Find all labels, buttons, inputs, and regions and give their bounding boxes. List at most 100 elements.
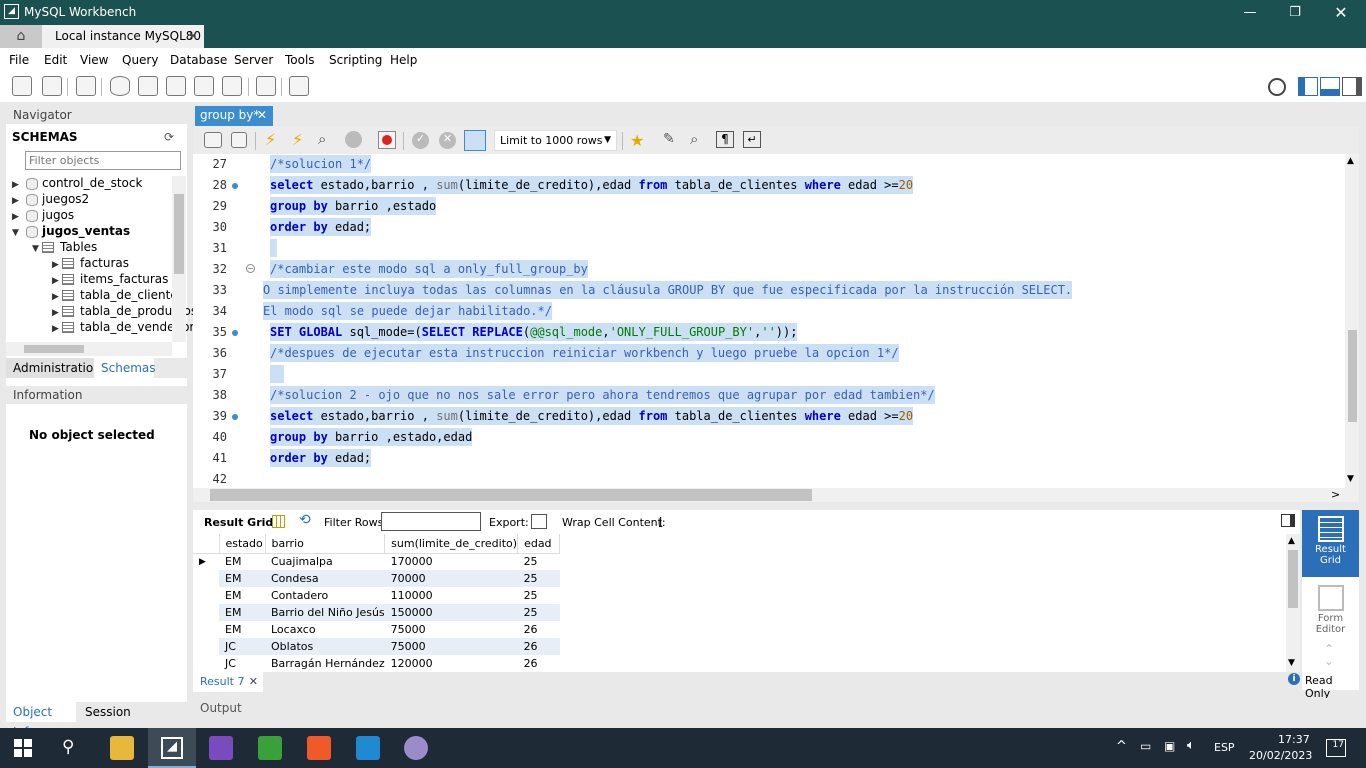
toggle-output-icon[interactable] <box>1320 77 1340 96</box>
table-row[interactable]: EM Contadero 110000 25 <box>193 587 560 604</box>
code-line[interactable] <box>270 365 285 383</box>
close-sql-tab-icon[interactable]: ✕ <box>257 106 267 125</box>
menu-file[interactable]: File <box>9 53 29 67</box>
export-icon[interactable] <box>531 514 547 529</box>
code-line[interactable]: select estado,barrio , sum(limite_de_cre… <box>270 407 914 425</box>
beautify-icon[interactable]: ✎ <box>663 131 675 147</box>
toggle-sidebar-icon[interactable] <box>1298 77 1318 96</box>
save-icon[interactable] <box>231 132 247 148</box>
table-item[interactable]: ▶ facturas <box>52 256 129 270</box>
column-header[interactable]: estado <box>219 534 266 554</box>
column-header[interactable]: edad <box>517 534 561 554</box>
column-header[interactable]: sum(limite_de_credito) <box>384 534 519 554</box>
scroll-down-icon[interactable]: ⌄ <box>1324 654 1334 668</box>
table-cell[interactable]: 25 <box>517 604 560 621</box>
paint-app-icon[interactable] <box>404 736 428 760</box>
filter-rows-input[interactable] <box>381 512 481 531</box>
code-line[interactable]: /*solucion 2 - ojo que no nos sale error… <box>270 386 935 404</box>
code-line[interactable]: group by barrio ,estado <box>270 197 437 215</box>
table-row[interactable]: EM Locaxco 75000 26 <box>193 621 560 638</box>
table-cell[interactable]: 150000 <box>384 604 518 621</box>
table-row[interactable]: ▶ EM Cuajimalpa 170000 25 <box>193 553 560 570</box>
brave-browser-icon[interactable] <box>307 736 331 760</box>
menu-view[interactable]: View <box>80 53 108 67</box>
invisible-chars-icon[interactable]: ¶ <box>716 131 734 148</box>
inspector-icon[interactable] <box>76 76 96 96</box>
windows-start-icon[interactable] <box>14 739 32 757</box>
output-label[interactable]: Output <box>200 701 242 715</box>
code-line[interactable]: O simplemente incluya todas las columnas… <box>263 281 1073 299</box>
table-cell[interactable]: 75000 <box>384 638 518 655</box>
search-table-data-icon[interactable] <box>256 76 276 96</box>
tables-folder[interactable]: ▼ Tables <box>32 240 97 254</box>
table-cell[interactable]: 25 <box>517 570 560 587</box>
grid-icon[interactable] <box>272 515 285 528</box>
tab-session[interactable]: Session <box>78 702 138 722</box>
result-tab[interactable]: Result 7 ✕ <box>193 672 263 692</box>
table-cell[interactable]: 26 <box>517 638 560 655</box>
editor-hscroll[interactable]: > <box>193 488 1359 502</box>
wrap-lines-icon[interactable]: ↵ <box>743 131 761 148</box>
sql-editor[interactable]: 27 /*solucion 1*/ 28 select estado,barrio ,… <box>193 154 1359 488</box>
table-cell[interactable]: Cuajimalpa <box>265 553 385 570</box>
stop-icon[interactable] <box>345 131 362 148</box>
table-cell[interactable]: Locaxco <box>265 621 385 638</box>
explain-icon[interactable]: ⌕ <box>318 130 326 148</box>
menu-database[interactable]: Database <box>170 53 227 67</box>
vscode-icon[interactable] <box>356 736 380 760</box>
gear-icon[interactable] <box>1268 78 1286 96</box>
menu-server[interactable]: Server <box>234 53 273 67</box>
schema-item-active[interactable]: ▼ jugos_ventas <box>12 224 130 238</box>
execute-icon[interactable]: ⚡ <box>265 130 276 149</box>
code-line[interactable]: group by barrio ,estado,edad <box>270 428 473 446</box>
table-cell[interactable]: 25 <box>518 553 560 570</box>
tree-vscroll[interactable] <box>172 176 186 342</box>
fold-icon[interactable]: − <box>246 264 255 273</box>
table-cell[interactable]: 170000 <box>385 553 518 570</box>
grid-vscroll[interactable]: ▲ ▼ <box>1286 534 1300 672</box>
sql-editor-tab[interactable]: group by* ✕ <box>195 106 273 126</box>
file-explorer-icon[interactable] <box>110 736 134 760</box>
tab-object-info[interactable]: Object Info <box>6 702 76 739</box>
table-cell[interactable]: JC <box>219 655 265 672</box>
tab-administration[interactable]: Administration <box>6 358 101 378</box>
autocommit-toggle-icon[interactable] <box>464 130 486 151</box>
toggle-panel-icon[interactable] <box>1281 514 1295 527</box>
table-cell[interactable]: JC <box>219 638 265 655</box>
editor-vscroll[interactable]: ▲ ▼ <box>1345 154 1359 488</box>
code-line[interactable]: /*despues de ejecutar esta instruccion r… <box>270 344 899 362</box>
code-line[interactable] <box>270 239 278 257</box>
new-sql-tab-icon[interactable] <box>12 76 32 96</box>
limit-rows-select[interactable]: Limit to 1000 rows ▼ <box>494 130 617 151</box>
table-cell[interactable]: EM <box>219 621 265 638</box>
open-file-icon[interactable] <box>204 132 222 148</box>
table-cell[interactable]: 26 <box>518 621 560 638</box>
app-icon[interactable] <box>258 736 282 760</box>
connection-tab[interactable]: Local instance MySQL80 ✕ <box>42 25 204 48</box>
table-cell[interactable]: Oblatos <box>265 638 385 655</box>
table-cell[interactable]: 120000 <box>385 655 518 672</box>
notification-icon[interactable]: 17 <box>1326 739 1346 757</box>
code-line[interactable]: /*solucion 1*/ <box>270 155 372 173</box>
table-cell[interactable]: 25 <box>518 587 560 604</box>
rollback-icon[interactable]: ✕ <box>439 132 456 149</box>
language-indicator[interactable]: ESP <box>1214 741 1235 754</box>
refresh-icon[interactable]: ⟲ <box>299 512 311 528</box>
code-line[interactable]: El modo sql se puede dejar habilitado.*/ <box>263 302 552 320</box>
find-icon[interactable]: ⌕ <box>690 130 698 148</box>
schema-item[interactable]: ▶ juegos2 <box>12 192 89 206</box>
menu-scripting[interactable]: Scripting <box>329 53 382 67</box>
table-cell[interactable]: Barrio del Niño Jesús <box>265 604 385 621</box>
side-result-grid-button[interactable]: Result Grid <box>1302 510 1359 577</box>
table-cell[interactable]: EM <box>219 587 265 604</box>
commit-icon[interactable]: ✓ <box>412 132 429 149</box>
create-view-icon[interactable] <box>166 76 186 96</box>
code-line[interactable]: /*cambiar este modo sql a only_full_grou… <box>270 260 588 278</box>
mysql-workbench-taskbar-icon[interactable]: ◢ <box>148 728 196 768</box>
create-procedure-icon[interactable] <box>194 76 214 96</box>
table-row[interactable]: JC Oblatos 75000 26 <box>193 638 560 655</box>
table-item[interactable]: ▶ items_facturas <box>52 272 168 286</box>
result-grid[interactable]: estado barrio sum(limite_de_credito) eda… <box>193 534 1300 672</box>
tab-schemas[interactable]: Schemas <box>94 358 156 378</box>
schema-item[interactable]: ▶ jugos <box>12 208 74 222</box>
